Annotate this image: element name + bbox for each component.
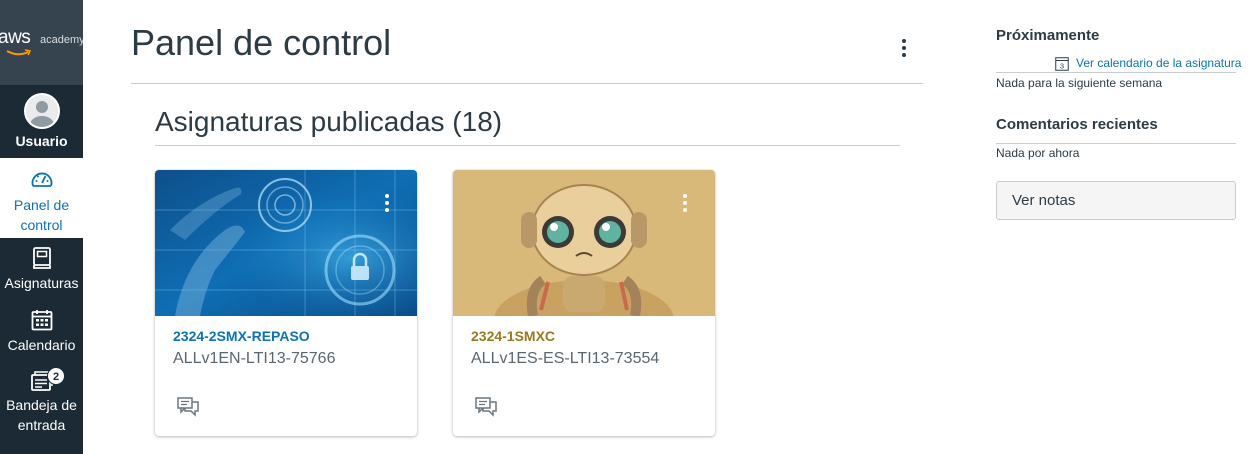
nav-courses-label: Asignaturas [4,275,79,291]
recent-feedback-heading: Comentarios recientes [996,116,1158,133]
dashboard-gauge-icon [31,172,52,187]
coming-up-heading: Próximamente [996,27,1100,44]
course-card-options-icon[interactable] [679,192,691,216]
nav-courses[interactable]: Asignaturas [0,246,83,293]
coming-up-empty-text: Nada para la siguiente semana [996,76,1163,90]
nav-user-label: Usuario [15,133,68,149]
course-code-link[interactable]: 2324-2SMX-REPASO [173,328,310,344]
calendar-icon [31,310,52,331]
nav-inbox[interactable]: Bandeja de entrada [0,368,83,435]
global-nav: aws academy Usuario Panel de control Asi… [0,0,83,454]
nav-user[interactable]: Usuario [0,90,83,152]
course-card[interactable]: 2324-2SMX-REPASO ALLv1EN-LTI13-75766 [155,170,417,436]
course-card-options-icon[interactable] [381,192,393,216]
feedback-empty-text: Nada por ahora [996,146,1080,160]
view-calendar-link-text[interactable]: Ver calendario de la asignatura [1076,56,1241,70]
calendar-day-icon: 3 [1055,57,1069,71]
course-card-image [155,170,417,316]
view-calendar-link[interactable]: 3 Ver calendario de la asignatura [1055,55,1241,72]
course-term: ALLv1EN-LTI13-75766 [173,350,336,367]
course-code-link[interactable]: 2324-1SMXC [471,328,555,344]
course-card-image [453,170,715,316]
courses-book-icon [32,247,51,269]
nav-calendar-label: Calendario [7,337,76,353]
avatar [23,93,60,129]
view-grades-button[interactable]: Ver notas [996,181,1236,220]
discussions-icon[interactable] [177,397,199,417]
academy-logo-text: academy [40,34,83,46]
section-divider [155,145,900,146]
title-divider [131,83,923,84]
nav-dashboard[interactable]: Panel de control [0,158,83,238]
published-courses-heading: Asignaturas publicadas (18) [155,106,503,137]
nav-calendar[interactable]: Calendario [0,308,83,355]
course-term: ALLv1ES-ES-LTI13-73554 [471,350,660,367]
dashboard-options-kebab-icon[interactable] [896,36,912,60]
discussions-icon[interactable] [475,397,497,417]
course-card[interactable]: 2324-1SMXC ALLv1ES-ES-LTI13-73554 [453,170,715,436]
nav-inbox-label: Bandeja de entrada [6,397,77,433]
page-title: Panel de control [131,22,392,63]
calendar-day-number: 3 [1060,62,1064,71]
nav-dashboard-label: Panel de control [13,197,70,233]
inbox-unread-badge: 2 [47,367,65,385]
aws-smile-icon [6,49,32,56]
aws-logo-text: aws [0,27,31,48]
feedback-divider [996,143,1236,144]
aws-academy-logo[interactable]: aws academy [0,0,83,85]
coming-up-divider [996,72,1236,73]
